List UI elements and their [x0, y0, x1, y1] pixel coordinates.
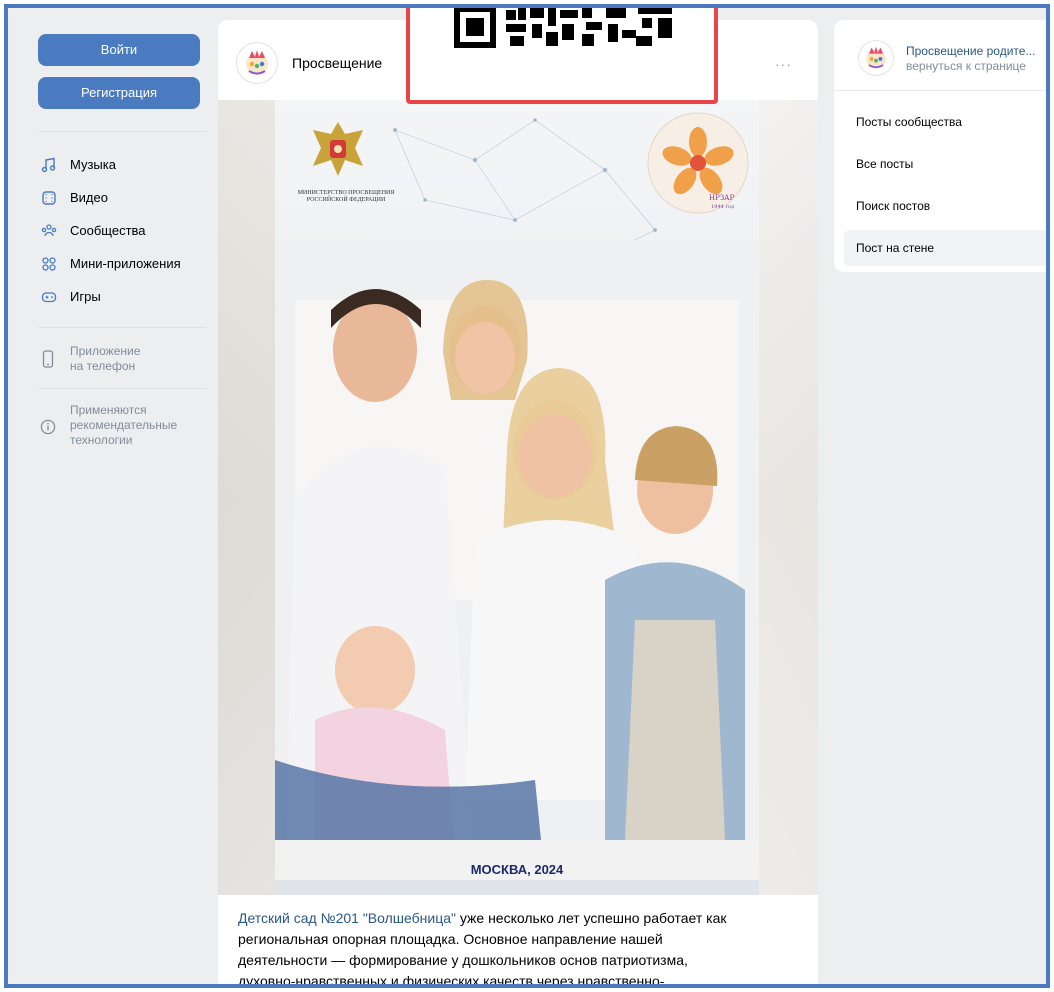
sidebar-item-games[interactable]: Игры [38, 280, 214, 313]
communities-icon [40, 222, 58, 240]
menu-item-wall-post[interactable]: Пост на стене [844, 230, 1046, 266]
page-frame: Войти Регистрация Музыка Видео Сообществ… [4, 4, 1050, 988]
mobile-app-label-line1: Приложение [70, 344, 141, 358]
recommendations-note[interactable]: Применяются рекомендательные технологии [38, 403, 214, 448]
recommendations-line1: Применяются [70, 403, 147, 417]
sidebar-divider [38, 131, 206, 132]
organization-logo-text: НРЗАР [709, 194, 734, 202]
post-text-line4: духовно-нравственных и физических качест… [238, 973, 665, 988]
sidebar-item-music[interactable]: Музыка [38, 148, 214, 181]
poster-city-year: МОСКВА, 2024 [470, 862, 564, 877]
ministry-caption: МИНИСТЕРСТВО ПРОСВЕЩЕНИЯ РОССИЙСКОЙ ФЕДЕ… [281, 190, 411, 204]
panel-divider [834, 90, 1046, 91]
sidebar-item-label: Видео [70, 190, 108, 205]
sidebar-item-communities[interactable]: Сообщества [38, 214, 214, 247]
sidebar-item-label: Мини-приложения [70, 256, 181, 271]
menu-item-community-posts[interactable]: Посты сообщества [844, 104, 1046, 140]
sidebar-item-video[interactable]: Видео [38, 181, 214, 214]
sidebar-divider [38, 327, 206, 328]
login-button[interactable]: Войти [38, 34, 200, 66]
menu-item-all-posts[interactable]: Все посты [844, 146, 1046, 182]
qr-code-image [454, 8, 672, 48]
post-image[interactable]: МИНИСТЕРСТВО ПРОСВЕЩЕНИЯ РОССИЙСКОЙ ФЕДЕ… [218, 100, 818, 895]
family-photo [275, 240, 759, 880]
post-text-link[interactable]: Детский сад №201 "Волшебница" [238, 910, 456, 926]
back-to-page-link[interactable]: вернуться к странице [906, 59, 1035, 73]
more-options-icon[interactable]: ··· [775, 56, 792, 72]
ministry-caption-line1: МИНИСТЕРСТВО ПРОСВЕЩЕНИЯ [297, 190, 395, 196]
sidebar-item-label: Музыка [70, 157, 116, 172]
ministry-caption-line2: РОССИЙСКОЙ ФЕДЕРАЦИИ [306, 197, 386, 203]
mobile-app-label-line2: на телефон [70, 359, 136, 373]
right-panel: Просвещение родите... вернуться к страни… [834, 20, 1046, 272]
menu-item-search-posts[interactable]: Поиск постов [844, 188, 1046, 224]
community-avatar[interactable] [236, 42, 278, 84]
left-sidebar: Войти Регистрация Музыка Видео Сообществ… [38, 34, 214, 448]
group-name-link[interactable]: Просвещение родите... [906, 44, 1035, 58]
post-header: Просвещение [236, 42, 382, 84]
post-text-line1: уже несколько лет успешно работает как [455, 910, 727, 926]
gamepad-icon [40, 288, 58, 306]
phone-icon [40, 350, 58, 368]
recommendations-line3: технологии [70, 433, 133, 447]
poster: МИНИСТЕРСТВО ПРОСВЕЩЕНИЯ РОССИЙСКОЙ ФЕДЕ… [275, 100, 759, 895]
mobile-app-link[interactable]: Приложение на телефон [38, 344, 214, 374]
organization-logo: НРЗАР 1944 год [647, 112, 749, 214]
post-text: Детский сад №201 "Волшебница" уже нескол… [238, 908, 798, 988]
image-blur-left [218, 100, 275, 895]
sidebar-divider [38, 388, 206, 389]
post-text-line2: региональная опорная площадка. Основное … [238, 931, 663, 947]
post-author[interactable]: Просвещение [292, 55, 382, 71]
organization-logo-year: 1944 год [711, 204, 734, 210]
sidebar-item-label: Игры [70, 289, 101, 304]
qr-code-popup[interactable] [406, 8, 718, 104]
sidebar-item-mini-apps[interactable]: Мини-приложения [38, 247, 214, 280]
sidebar-item-label: Сообщества [70, 223, 146, 238]
group-header[interactable]: Просвещение родите... вернуться к страни… [858, 40, 1035, 76]
info-icon [40, 419, 58, 437]
recommendations-line2: рекомендательные [70, 418, 178, 432]
post-card: Просвещение ··· МИНИСТЕРСТВО ПРОСВЕЩЕНИЯ… [218, 20, 818, 988]
image-blur-right [759, 100, 818, 895]
video-icon [40, 189, 58, 207]
post-text-line3: деятельности — формирование у дошкольник… [238, 952, 688, 968]
ministry-emblem [313, 122, 363, 176]
mini-apps-icon [40, 255, 58, 273]
register-button[interactable]: Регистрация [38, 77, 200, 109]
music-icon [40, 156, 58, 174]
group-avatar[interactable] [858, 40, 894, 76]
